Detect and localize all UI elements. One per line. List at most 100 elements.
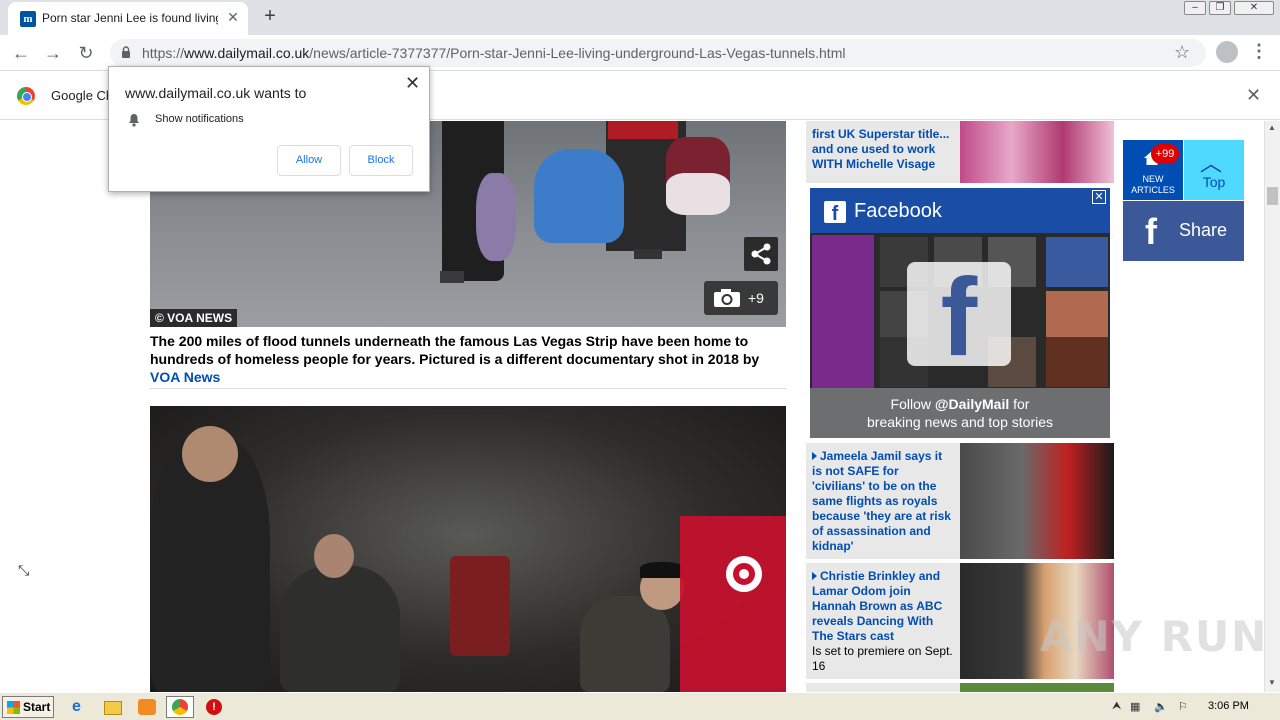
sidebar-puff-next[interactable]: [806, 683, 1114, 692]
windows-taskbar: Start e ! ⮝ ▦ 🔈 ⚐ 3:06 PM: [0, 692, 1280, 720]
top-label: Top: [1202, 174, 1226, 190]
sidebar-puff-jameela[interactable]: Jameela Jamil says it is not SAFE for 'c…: [806, 443, 1114, 559]
taskbar-chrome-button[interactable]: [166, 696, 194, 718]
browser-tab[interactable]: m Porn star Jenni Lee is found living in…: [8, 2, 248, 35]
gallery-count: +9: [748, 290, 764, 306]
photo-caption: The 200 miles of flood tunnels underneat…: [150, 332, 786, 386]
article-photo-tunnel-camp[interactable]: [150, 406, 786, 692]
puff-subtext: Is set to premiere on Sept. 16: [812, 644, 953, 673]
target-logo-icon: [726, 556, 762, 592]
shopping-cart: [680, 516, 786, 692]
minimize-button[interactable]: –: [1184, 1, 1206, 15]
new-tab-button[interactable]: +: [259, 6, 281, 28]
tab-close-icon[interactable]: ✕: [224, 8, 242, 26]
puff-image: [960, 443, 1114, 559]
media-player-icon[interactable]: [138, 699, 156, 715]
volume-icon[interactable]: 🔈: [1154, 700, 1168, 713]
puff-headline-text: Jameela Jamil says it is not SAFE for 'c…: [812, 449, 951, 553]
camera-icon: [714, 289, 740, 307]
permission-label: Show notifications: [155, 113, 244, 125]
ad-close-icon[interactable]: ✕: [1092, 190, 1106, 204]
tray-expand-icon[interactable]: ⮝: [1112, 700, 1121, 713]
scroll-up-arrow-icon[interactable]: ▲: [1268, 123, 1276, 132]
tab-strip: m Porn star Jenni Lee is found living in…: [0, 0, 1280, 35]
file-explorer-icon[interactable]: [104, 701, 122, 715]
infobar-text: Google Ch: [51, 88, 114, 103]
tab-title: Porn star Jenni Lee is found living in: [42, 11, 218, 25]
chrome-logo-icon: [17, 87, 35, 105]
scroll-thumb[interactable]: [1267, 187, 1278, 205]
bookmark-star-icon[interactable]: ☆: [1174, 42, 1190, 63]
start-label: Start: [23, 700, 51, 714]
share-label: Share: [1179, 220, 1228, 240]
puff-headline-text: Christie Brinkley and Lamar Odom join Ha…: [812, 569, 943, 643]
expand-icon[interactable]: ⤡: [18, 562, 29, 579]
facebook-tagline: breaking news and top stories: [867, 414, 1053, 430]
scroll-down-arrow-icon[interactable]: ▼: [1268, 678, 1276, 687]
page-scrollbar[interactable]: ▲ ▼: [1264, 121, 1280, 692]
forward-button[interactable]: →: [41, 41, 65, 65]
back-to-top-button[interactable]: ︿ Top: [1184, 140, 1244, 200]
photo-credit: © VOA NEWS: [150, 309, 238, 327]
block-button[interactable]: Block: [349, 145, 413, 176]
puff-image: [960, 683, 1114, 692]
facebook-header: f Facebook ✕: [810, 188, 1110, 233]
back-button[interactable]: ←: [9, 41, 33, 65]
dialog-title: www.dailymail.co.uk wants to: [125, 85, 307, 101]
gallery-button[interactable]: +9: [704, 281, 778, 315]
network-icon[interactable]: ▦: [1130, 700, 1140, 713]
facebook-follow-widget[interactable]: f Facebook ✕ f Follow @DailyMail for bre…: [810, 188, 1110, 438]
follow-suffix: for: [1009, 396, 1030, 412]
page-content: © VOA NEWS +9 The 200 miles of flood tun…: [0, 121, 1264, 692]
restore-button[interactable]: ❐: [1209, 1, 1231, 15]
facebook-collage-image: f: [810, 233, 1110, 388]
puff-headline: first UK Superstar title... and one used…: [812, 127, 950, 171]
dialog-close-icon[interactable]: ✕: [405, 73, 420, 94]
facebook-f-icon: f: [907, 262, 1011, 374]
sidebar-puff-superstar[interactable]: first UK Superstar title... and one used…: [806, 121, 1114, 183]
lock-icon[interactable]: [120, 46, 132, 58]
facebook-title: Facebook: [854, 200, 942, 222]
menu-dots-icon[interactable]: ⋮: [1250, 41, 1268, 62]
arrow-icon: [812, 572, 817, 580]
facebook-f-icon: f: [1145, 211, 1157, 252]
new-articles-badge: +99: [1151, 144, 1179, 164]
new-articles-button[interactable]: +99 NEW ARTICLES: [1123, 140, 1183, 200]
profile-avatar-icon[interactable]: [1216, 41, 1238, 63]
share-icon: [751, 243, 771, 265]
facebook-logo-icon: f: [824, 201, 846, 225]
new-articles-label: NEW ARTICLES: [1131, 174, 1175, 195]
url-text[interactable]: https://www.dailymail.co.uk/news/article…: [142, 45, 845, 61]
caption-text: The 200 miles of flood tunnels underneat…: [150, 333, 760, 367]
arrow-icon: [812, 452, 817, 460]
windows-logo-icon: [7, 701, 20, 714]
url-path: /news/article-7377377/Porn-star-Jenni-Le…: [309, 45, 846, 61]
puff-image: [960, 121, 1114, 183]
address-bar[interactable]: https://www.dailymail.co.uk/news/article…: [110, 39, 1206, 67]
start-button[interactable]: Start: [2, 696, 54, 718]
internet-explorer-icon[interactable]: e: [72, 698, 90, 716]
window-close-button[interactable]: ✕: [1234, 1, 1274, 15]
opera-icon[interactable]: !: [206, 699, 222, 715]
action-center-flag-icon[interactable]: ⚐: [1178, 700, 1188, 713]
puff-headline: Christie Brinkley and Lamar Odom join Ha…: [812, 569, 954, 674]
url-host: www.dailymail.co.uk: [184, 45, 310, 61]
allow-button[interactable]: Allow: [277, 145, 341, 176]
share-photo-button[interactable]: [744, 237, 778, 271]
caption-link-voa[interactable]: VOA News: [150, 369, 220, 385]
dailymail-favicon-icon: m: [20, 11, 36, 27]
infobar-close-icon[interactable]: ✕: [1246, 85, 1261, 106]
notification-permission-dialog: www.dailymail.co.uk wants to ✕ Show noti…: [108, 66, 430, 192]
caption-divider: [150, 388, 786, 389]
reload-button[interactable]: ↻: [74, 41, 98, 65]
chrome-icon: [172, 699, 188, 715]
taskbar-clock[interactable]: 3:06 PM: [1208, 700, 1249, 712]
follow-prefix: Follow: [890, 396, 935, 412]
bell-icon: [129, 114, 139, 127]
puff-headline: Jameela Jamil says it is not SAFE for 'c…: [812, 449, 954, 554]
facebook-share-button[interactable]: f Share: [1123, 201, 1244, 261]
facebook-handle: @DailyMail: [934, 396, 1010, 412]
url-prefix: https://: [142, 45, 185, 61]
anyrun-watermark: ANY RUN: [1040, 612, 1269, 661]
facebook-footer: Follow @DailyMail for breaking news and …: [810, 388, 1110, 438]
